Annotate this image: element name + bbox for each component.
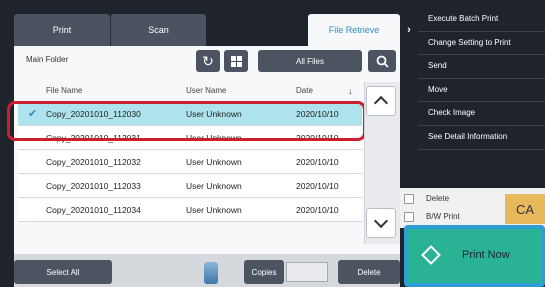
tab-file-retrieve[interactable]: File Retrieve bbox=[308, 14, 400, 46]
bw-print-option-label: B/W Print bbox=[426, 212, 460, 221]
select-all-button[interactable]: Select All bbox=[14, 260, 112, 284]
file-date: 2020/10/10 bbox=[296, 133, 339, 143]
delete-checkbox[interactable] bbox=[404, 194, 414, 204]
delete-button[interactable]: Delete bbox=[338, 260, 400, 284]
file-date: 2020/10/10 bbox=[296, 157, 339, 167]
toner-icon bbox=[204, 262, 218, 284]
user-name: User Unknown bbox=[186, 109, 242, 119]
menu-item-see-detail-information[interactable]: See Detail Information bbox=[418, 126, 545, 150]
all-files-button[interactable]: All Files bbox=[258, 50, 362, 72]
file-name: Copy_20201010_112034 bbox=[46, 205, 141, 215]
user-name: User Unknown bbox=[186, 181, 242, 191]
column-header-file-name[interactable]: File Name bbox=[46, 86, 82, 95]
start-icon bbox=[421, 245, 441, 265]
chevron-down-icon bbox=[373, 213, 389, 229]
menu-item-change-setting-to-print[interactable]: Change Setting to Print bbox=[418, 32, 545, 56]
column-header-user-name[interactable]: User Name bbox=[186, 86, 226, 95]
table-row[interactable]: Copy_20201010_112033 User Unknown 2020/1… bbox=[18, 174, 362, 198]
search-button[interactable] bbox=[368, 50, 396, 72]
print-now-label: Print Now bbox=[462, 249, 510, 261]
table-row[interactable]: Copy_20201010_112034 User Unknown 2020/1… bbox=[18, 198, 362, 222]
scroll-up-button[interactable] bbox=[366, 86, 396, 116]
menu-item-send[interactable]: Send bbox=[418, 55, 545, 79]
action-menu: Execute Batch Print Change Setting to Pr… bbox=[418, 8, 545, 150]
file-table: ✔ Copy_20201010_112030 User Unknown 2020… bbox=[18, 102, 362, 222]
file-name: Copy_20201010_112031 bbox=[46, 133, 141, 143]
sort-icon[interactable]: ↓ bbox=[348, 86, 353, 96]
clear-all-button[interactable]: CA bbox=[505, 194, 545, 224]
file-name: Copy_20201010_112032 bbox=[46, 157, 141, 167]
table-row[interactable]: Copy_20201010_112032 User Unknown 2020/1… bbox=[18, 150, 362, 174]
thumbnail-view-button[interactable] bbox=[224, 50, 248, 72]
grid-icon bbox=[230, 55, 242, 67]
back-arrow-icon: ↻ bbox=[202, 52, 214, 69]
check-icon: ✔ bbox=[28, 108, 38, 120]
menu-item-execute-batch-print[interactable]: Execute Batch Print bbox=[418, 8, 545, 32]
file-date: 2020/10/10 bbox=[296, 205, 339, 215]
back-button[interactable]: ↻ bbox=[196, 50, 220, 72]
user-name: User Unknown bbox=[186, 133, 242, 143]
table-row[interactable]: ✔ Copy_20201010_112030 User Unknown 2020… bbox=[18, 102, 362, 126]
print-now-button[interactable]: Print Now bbox=[404, 225, 545, 287]
user-name: User Unknown bbox=[186, 157, 242, 167]
menu-arrow-icon[interactable]: › bbox=[400, 14, 418, 46]
tab-print[interactable]: Print bbox=[14, 14, 110, 46]
delete-option-label: Delete bbox=[426, 194, 450, 203]
menu-item-move[interactable]: Move bbox=[418, 79, 545, 103]
bw-print-checkbox[interactable] bbox=[404, 212, 414, 222]
copies-button[interactable]: Copies bbox=[244, 260, 284, 284]
copies-field[interactable] bbox=[286, 262, 328, 282]
tab-scan[interactable]: Scan bbox=[110, 14, 206, 46]
menu-item-check-image[interactable]: Check Image bbox=[418, 102, 545, 126]
file-date: 2020/10/10 bbox=[296, 109, 339, 119]
file-date: 2020/10/10 bbox=[296, 181, 339, 191]
column-header-date[interactable]: Date bbox=[296, 86, 313, 95]
folder-label: Main Folder bbox=[26, 55, 69, 64]
chevron-up-icon bbox=[373, 95, 389, 111]
scroll-down-button[interactable] bbox=[366, 208, 396, 238]
file-name: Copy_20201010_112030 bbox=[46, 109, 141, 119]
table-row[interactable]: Copy_20201010_112031 User Unknown 2020/1… bbox=[18, 126, 362, 150]
user-name: User Unknown bbox=[186, 205, 242, 215]
file-name: Copy_20201010_112033 bbox=[46, 181, 141, 191]
search-icon bbox=[376, 55, 389, 68]
